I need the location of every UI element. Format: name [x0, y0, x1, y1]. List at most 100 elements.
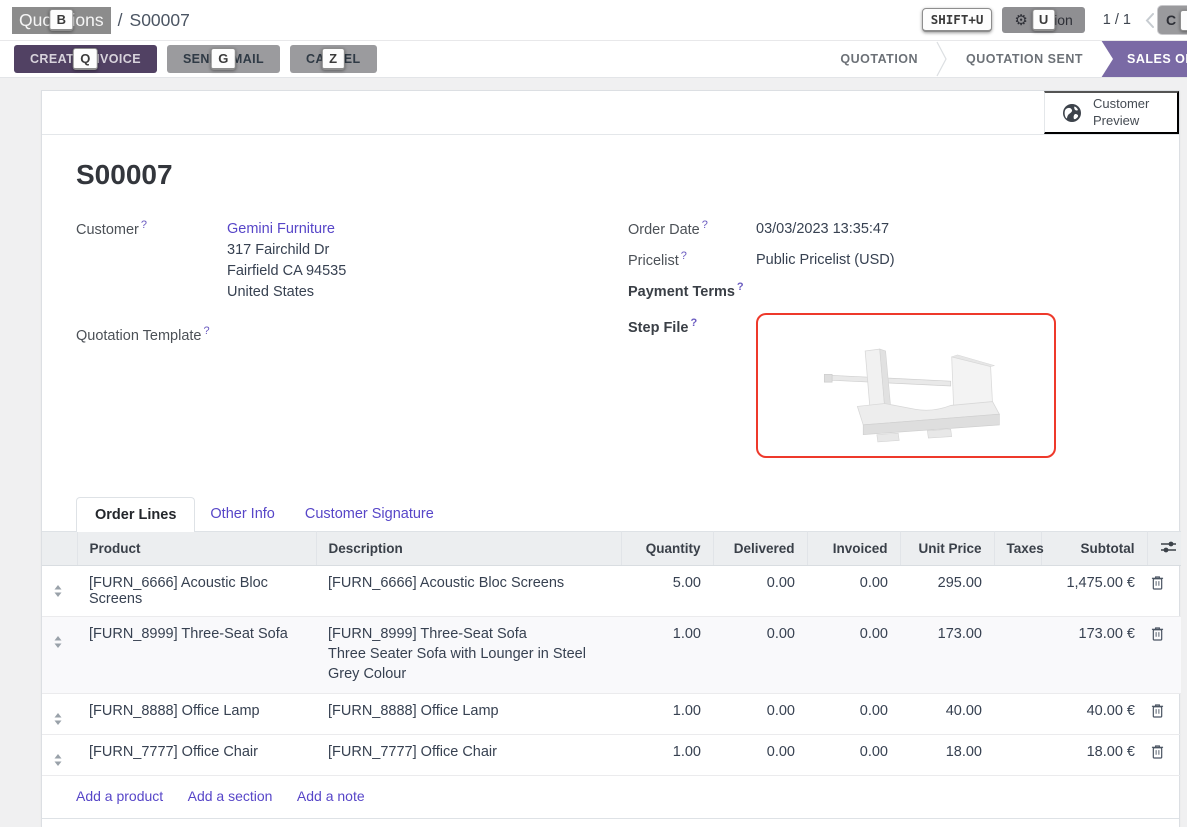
field-payment-terms: Payment Terms? — [628, 281, 1139, 303]
order-lines-table: Product Description Quantity Delivered I… — [42, 531, 1181, 776]
help-icon: ? — [737, 281, 744, 293]
order-date-label: Order Date? — [628, 219, 756, 241]
field-order-date: Order Date? 03/03/2023 13:35:47 — [628, 219, 1139, 241]
cell-delivered[interactable]: 0.00 — [713, 617, 807, 694]
drag-handle-icon[interactable] — [42, 694, 77, 735]
column-header-description: Description — [316, 532, 621, 566]
hint-badge-b: B — [50, 9, 73, 31]
step-file-label: Step File? — [628, 317, 756, 458]
chevron-left-icon[interactable] — [1145, 13, 1154, 28]
customer-link[interactable]: Gemini Furniture — [227, 221, 335, 237]
cell-taxes[interactable] — [994, 617, 1041, 694]
gear-icon: ⚙ — [1014, 13, 1027, 28]
order-line-row: [FURN_7777] Office Chair [FURN_7777] Off… — [42, 735, 1181, 776]
cell-unit-price[interactable]: 295.00 — [900, 566, 994, 617]
drag-handle-icon[interactable] — [42, 735, 77, 776]
cell-description[interactable]: [FURN_6666] Acoustic Bloc Screens — [316, 566, 621, 617]
drag-handle-icon[interactable] — [42, 617, 77, 694]
stage-quotation-sent[interactable]: QUOTATION SENT — [948, 41, 1101, 77]
tab-customer-signature[interactable]: Customer Signature — [290, 497, 449, 531]
delete-row-button[interactable] — [1147, 617, 1181, 694]
cell-description[interactable]: [FURN_7777] Office Chair — [316, 735, 621, 776]
drag-handle-icon[interactable] — [42, 566, 77, 617]
customer-address-line: Fairfield CA 94535 — [227, 261, 346, 282]
help-icon: ? — [141, 219, 147, 231]
cell-delivered[interactable]: 0.00 — [713, 694, 807, 735]
step-file-3d-preview — [758, 316, 1054, 456]
field-step-file: Step File? — [628, 317, 1139, 458]
tab-order-lines[interactable]: Order Lines — [76, 497, 195, 532]
tab-other-info[interactable]: Other Info — [195, 497, 289, 531]
cell-quantity[interactable]: 1.00 — [621, 735, 713, 776]
cancel-button[interactable]: CANCEL Z — [290, 45, 376, 73]
create-invoice-button[interactable]: CREATE INVOICE Q — [14, 45, 157, 73]
hint-badge-u: U — [1032, 9, 1055, 31]
customer-value[interactable]: Gemini Furniture 317 Fairchild Dr Fairfi… — [227, 219, 346, 303]
pricelist-value[interactable]: Public Pricelist (USD) — [756, 250, 895, 272]
breadcrumb: Quotations B / S00007 — [12, 7, 190, 34]
cell-invoiced[interactable]: 0.00 — [807, 566, 900, 617]
action-menu-button[interactable]: ⚙ Action U — [1002, 7, 1084, 33]
payment-terms-label: Payment Terms? — [628, 281, 756, 303]
cell-taxes[interactable] — [994, 566, 1041, 617]
help-icon: ? — [203, 325, 209, 337]
stage-sales-order[interactable]: SALES ORDER — [1101, 41, 1187, 77]
cell-product[interactable]: [FURN_8888] Office Lamp — [77, 694, 316, 735]
column-header-invoiced: Invoiced — [807, 532, 900, 566]
customer-label: Customer? — [76, 219, 227, 303]
cell-quantity[interactable]: 5.00 — [621, 566, 713, 617]
table-header-row: Product Description Quantity Delivered I… — [42, 532, 1181, 566]
column-settings-icon[interactable] — [1160, 540, 1177, 554]
cell-invoiced[interactable]: 0.00 — [807, 694, 900, 735]
cell-quantity[interactable]: 1.00 — [621, 617, 713, 694]
pager-counter: 1 / 1 — [1103, 12, 1131, 28]
column-header-unit-price: Unit Price — [900, 532, 994, 566]
cell-quantity[interactable]: 1.00 — [621, 694, 713, 735]
cell-subtotal: 18.00 € — [1041, 735, 1147, 776]
pricelist-label: Pricelist? — [628, 250, 756, 272]
add-a-section-link[interactable]: Add a section — [188, 788, 273, 804]
add-a-product-link[interactable]: Add a product — [76, 788, 163, 804]
field-pricelist: Pricelist? Public Pricelist (USD) — [628, 250, 1139, 272]
field-quotation-template: Quotation Template? — [76, 325, 628, 347]
delete-row-button[interactable] — [1147, 735, 1181, 776]
handle-column-header — [42, 532, 77, 566]
cell-unit-price[interactable]: 40.00 — [900, 694, 994, 735]
delete-row-button[interactable] — [1147, 694, 1181, 735]
cell-delivered[interactable]: 0.00 — [713, 566, 807, 617]
help-icon: ? — [690, 317, 697, 329]
cell-unit-price[interactable]: 173.00 — [900, 617, 994, 694]
table-footer-links: Add a product Add a section Add a note — [42, 776, 1179, 819]
statusbar: QUOTATION QUOTATION SENT SALES ORDER — [822, 41, 1187, 77]
hint-badge-shift-u: SHIFT+U — [922, 8, 993, 32]
quotation-template-label: Quotation Template? — [76, 325, 227, 347]
breadcrumb-parent-quotations[interactable]: Quotations B — [12, 7, 111, 34]
cell-invoiced[interactable]: 0.00 — [807, 617, 900, 694]
step-file-image-field[interactable] — [756, 313, 1056, 458]
cell-unit-price[interactable]: 18.00 — [900, 735, 994, 776]
order-date-value[interactable]: 03/03/2023 13:35:47 — [756, 219, 889, 241]
column-header-subtotal: Subtotal — [1041, 532, 1147, 566]
stage-quotation[interactable]: QUOTATION — [822, 41, 936, 77]
hint-badge-q: Q — [73, 48, 98, 70]
corner-partial-button[interactable]: C — [1157, 5, 1187, 35]
cell-description[interactable]: [FURN_8888] Office Lamp — [316, 694, 621, 735]
order-line-row: [FURN_6666] Acoustic Bloc Screens [FURN_… — [42, 566, 1181, 617]
cell-taxes[interactable] — [994, 694, 1041, 735]
customer-preview-label: Customer Preview — [1093, 96, 1157, 129]
customer-address-line: 317 Fairchild Dr — [227, 240, 346, 261]
cell-product[interactable]: [FURN_6666] Acoustic Bloc Screens — [77, 566, 316, 617]
hint-badge-g: G — [211, 48, 236, 70]
customer-preview-button[interactable]: Customer Preview — [1044, 91, 1179, 134]
cell-product[interactable]: [FURN_7777] Office Chair — [77, 735, 316, 776]
send-email-button[interactable]: SEND EMAIL G — [167, 45, 280, 73]
cell-taxes[interactable] — [994, 735, 1041, 776]
trash-icon — [1151, 703, 1164, 718]
cell-description[interactable]: [FURN_8999] Three-Seat Sofa Three Seater… — [316, 617, 621, 694]
cell-product[interactable]: [FURN_8999] Three-Seat Sofa — [77, 617, 316, 694]
cell-delivered[interactable]: 0.00 — [713, 735, 807, 776]
cell-invoiced[interactable]: 0.00 — [807, 735, 900, 776]
add-a-note-link[interactable]: Add a note — [297, 788, 365, 804]
delete-row-button[interactable] — [1147, 566, 1181, 617]
cell-subtotal: 40.00 € — [1041, 694, 1147, 735]
